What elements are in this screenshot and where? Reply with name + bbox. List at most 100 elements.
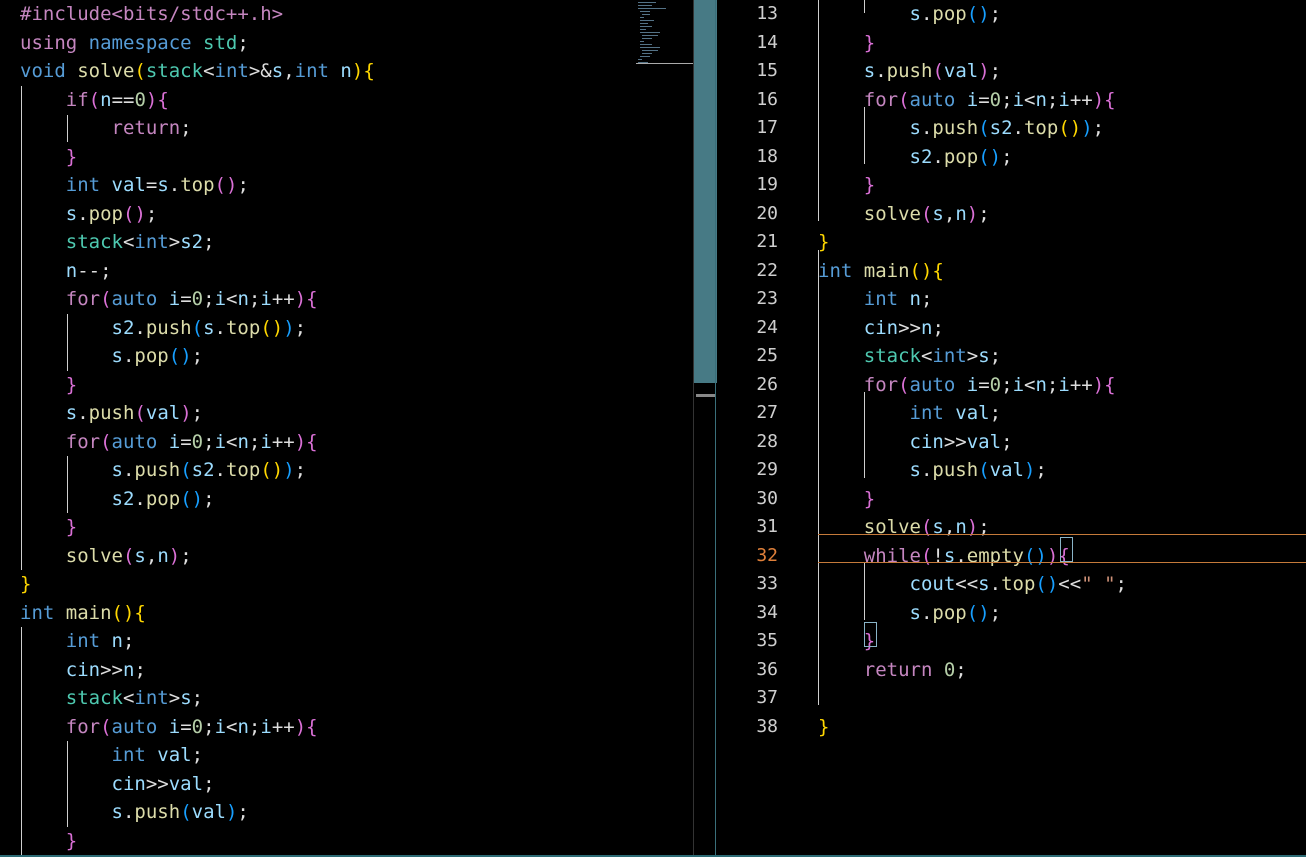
- scrollbar-thumb[interactable]: [694, 0, 717, 383]
- code-line[interactable]: int main(){: [20, 599, 146, 628]
- code-line[interactable]: s.push(val);: [20, 399, 203, 428]
- line-number[interactable]: 36: [716, 656, 778, 685]
- code-token: ;: [191, 402, 204, 424]
- code-line[interactable]: stack<int>s;: [818, 342, 1001, 371]
- code-line[interactable]: stack<int>s;: [20, 684, 203, 713]
- code-line[interactable]: s.push(s2.top());: [20, 456, 307, 485]
- code-line[interactable]: cin>>val;: [20, 770, 215, 799]
- line-number[interactable]: 28: [716, 428, 778, 457]
- code-line[interactable]: int main(){: [818, 257, 944, 286]
- line-number[interactable]: 35: [716, 627, 778, 656]
- code-token: .: [214, 459, 226, 481]
- code-line[interactable]: }: [818, 228, 829, 257]
- code-token: ;: [180, 117, 192, 139]
- line-number[interactable]: 20: [716, 200, 778, 229]
- code-line[interactable]: s.pop();: [20, 200, 158, 229]
- line-number[interactable]: 13: [716, 0, 778, 29]
- code-line[interactable]: using namespace std;: [20, 29, 249, 58]
- code-line[interactable]: void solve(stack<int>&s,int n){: [20, 57, 375, 86]
- line-number[interactable]: 26: [716, 371, 778, 400]
- code-line[interactable]: s.push(val);: [818, 57, 1001, 86]
- code-line[interactable]: return;: [20, 114, 192, 143]
- code-line[interactable]: s.pop();: [20, 342, 204, 371]
- code-token: n: [955, 202, 967, 225]
- line-number[interactable]: 16: [716, 86, 778, 115]
- line-number[interactable]: 29: [716, 456, 778, 485]
- code-token: val: [111, 174, 146, 196]
- code-line[interactable]: solve(s,n);: [818, 200, 990, 229]
- code-token: (): [909, 259, 933, 282]
- code-line[interactable]: n--;: [20, 257, 112, 286]
- editor-pane-left[interactable]: #include<bits/stdc++.h> using namespace s…: [0, 0, 693, 857]
- code-line[interactable]: for(auto i=0;i<n;i++){: [818, 86, 1116, 115]
- code-token: ;: [191, 345, 204, 367]
- line-number[interactable]: 14: [716, 29, 778, 58]
- line-number[interactable]: 32: [716, 542, 778, 571]
- code-token: .: [134, 487, 146, 510]
- code-line[interactable]: }: [20, 143, 77, 172]
- line-number[interactable]: 25: [716, 342, 778, 371]
- code-line[interactable]: int val;: [818, 399, 1002, 428]
- code-line[interactable]: #include<bits/stdc++.h>: [20, 0, 283, 29]
- code-line[interactable]: cin>>val;: [818, 428, 1013, 457]
- line-number[interactable]: 24: [716, 314, 778, 343]
- code-line[interactable]: }: [20, 513, 77, 542]
- code-token: s: [863, 60, 876, 82]
- code-line[interactable]: s.push(val);: [20, 798, 249, 827]
- code-line[interactable]: int n;: [20, 627, 135, 656]
- editor-pane-right[interactable]: 13 14 15 16 17 18 19 20 21 22 23 24 25 26 27 28 29 30 31 32…: [716, 0, 1306, 857]
- code-token: .: [122, 345, 135, 367]
- code-line[interactable]: int val;: [20, 741, 204, 770]
- line-number[interactable]: 22: [716, 257, 778, 286]
- code-token: (: [920, 202, 933, 225]
- code-line[interactable]: s2.pop();: [818, 143, 1013, 172]
- code-token: top: [180, 174, 215, 196]
- line-number[interactable]: 18: [716, 143, 778, 172]
- code-line[interactable]: int val=s.top();: [20, 171, 249, 200]
- code-line[interactable]: for(auto i=0;i<n;i++){: [818, 371, 1116, 400]
- code-line[interactable]: }: [20, 570, 31, 599]
- code-token: i: [966, 373, 979, 396]
- code-token: push: [145, 316, 192, 339]
- line-number[interactable]: 19: [716, 171, 778, 200]
- code-token: ;: [1001, 145, 1013, 168]
- code-token: >>: [145, 772, 169, 795]
- line-number[interactable]: 34: [716, 599, 778, 628]
- code-token: s: [134, 544, 146, 567]
- line-number[interactable]: 21: [716, 228, 778, 257]
- line-number[interactable]: 15: [716, 57, 778, 86]
- code-line[interactable]: s.pop();: [818, 599, 1002, 628]
- code-line[interactable]: return 0;: [818, 656, 967, 685]
- code-line[interactable]: s.push(val);: [818, 456, 1047, 485]
- line-number[interactable]: 38: [716, 713, 778, 742]
- code-line[interactable]: }: [818, 713, 829, 742]
- code-line[interactable]: }: [818, 485, 875, 514]
- code-line[interactable]: stack<int>s2;: [20, 228, 215, 257]
- code-line[interactable]: }: [20, 371, 77, 400]
- code-line[interactable]: int n;: [818, 285, 933, 314]
- minimap[interactable]: [636, 0, 693, 80]
- line-number[interactable]: 23: [716, 285, 778, 314]
- code-line[interactable]: for(auto i=0;i<n;i++){: [20, 428, 318, 457]
- line-number[interactable]: 31: [716, 513, 778, 542]
- code-line[interactable]: }: [818, 29, 875, 58]
- code-line[interactable]: cin>>n;: [818, 314, 944, 343]
- line-number[interactable]: 33: [716, 570, 778, 599]
- code-line[interactable]: cin>>n;: [20, 656, 146, 685]
- code-line[interactable]: s2.push(s.top());: [20, 314, 307, 343]
- line-number[interactable]: 30: [716, 485, 778, 514]
- code-line[interactable]: s.pop();: [818, 0, 1002, 29]
- code-line[interactable]: s2.pop();: [20, 485, 215, 514]
- vertical-scrollbar[interactable]: [693, 0, 717, 857]
- line-number[interactable]: 37: [716, 684, 778, 713]
- code-line[interactable]: if(n==0){: [20, 86, 169, 115]
- code-line[interactable]: }: [20, 827, 77, 856]
- line-number[interactable]: 27: [716, 399, 778, 428]
- code-line[interactable]: s.push(s2.top());: [818, 114, 1105, 143]
- code-line[interactable]: solve(s,n);: [20, 542, 192, 571]
- line-number[interactable]: 17: [716, 114, 778, 143]
- code-line[interactable]: for(auto i=0;i<n;i++){: [20, 713, 318, 742]
- code-line[interactable]: for(auto i=0;i<n;i++){: [20, 285, 318, 314]
- code-line[interactable]: }: [818, 171, 875, 200]
